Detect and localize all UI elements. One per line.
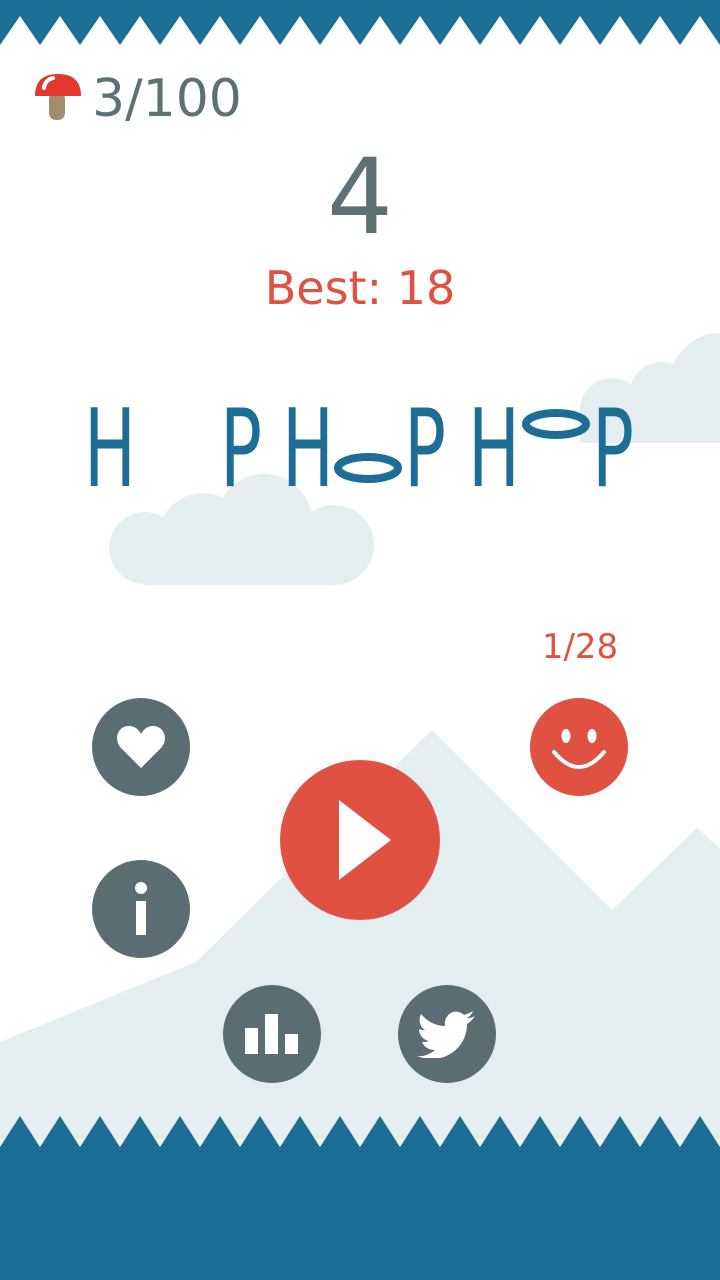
mushroom-icon (35, 74, 81, 120)
title-letter: P (220, 390, 262, 500)
title-letter: P (404, 390, 446, 500)
mushroom-counter: 3/100 (92, 68, 242, 130)
top-spike-border (0, 0, 720, 45)
heart-icon (117, 726, 165, 768)
play-button[interactable] (280, 760, 440, 920)
smiley-face-icon (552, 729, 606, 769)
twitter-bird-icon (417, 1011, 475, 1058)
current-score: 4 (326, 136, 394, 258)
character-unlock-progress: 1/28 (541, 627, 619, 667)
best-label: Best: (264, 261, 383, 315)
info-button[interactable] (92, 860, 190, 958)
mushrooms-collected: 3 (92, 69, 126, 129)
character-select-button[interactable] (530, 698, 628, 796)
title-letter: H (84, 390, 136, 500)
title-letter: H (468, 390, 520, 500)
hoop-ring-low (334, 453, 402, 483)
mushrooms-separator: / (125, 69, 143, 129)
best-value: 18 (396, 261, 456, 315)
leaderboard-button[interactable] (223, 985, 321, 1083)
best-score: Best: 18 (0, 258, 720, 318)
twitter-share-button[interactable] (398, 985, 496, 1083)
bar-chart-icon (245, 1014, 298, 1054)
mushrooms-total: 100 (142, 69, 242, 129)
title-letter: H (282, 390, 334, 500)
game-screen: 3/100 4 Best: 18 H P H P H P 1/28 (0, 0, 720, 1280)
like-button[interactable] (92, 698, 190, 796)
hoop-ring-high (522, 409, 590, 439)
play-icon (339, 800, 391, 880)
game-title-logo: H P H P H P (84, 390, 634, 500)
bottom-spike-border (0, 1116, 720, 1280)
title-letter: P (592, 390, 634, 500)
info-icon (135, 882, 147, 935)
